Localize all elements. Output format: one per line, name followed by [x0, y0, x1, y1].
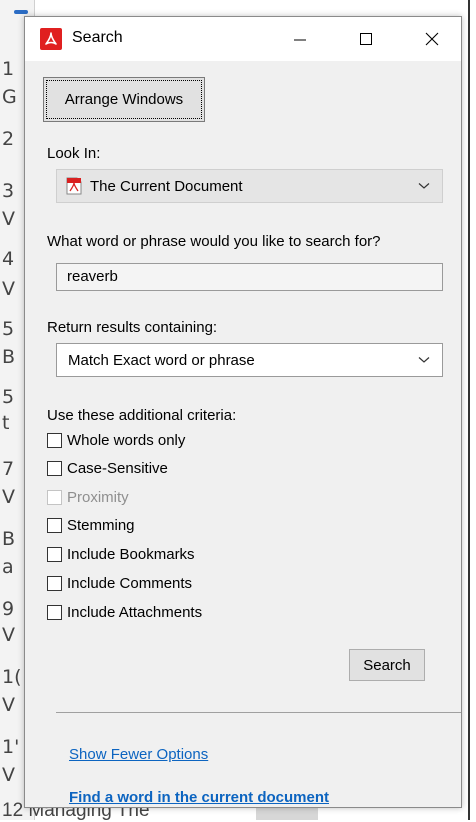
whole-words-checkbox-row[interactable]: Whole words only	[47, 429, 185, 451]
whole-words-checkbox[interactable]	[47, 432, 62, 448]
divider	[56, 712, 461, 713]
checkbox-label: Stemming	[67, 516, 135, 534]
arrange-windows-button[interactable]: Arrange Windows	[43, 77, 205, 122]
stemming-checkbox[interactable]	[47, 517, 62, 533]
acrobat-icon	[40, 28, 62, 50]
bg-text: V	[2, 486, 15, 508]
checkbox-label: Include Attachments	[67, 603, 203, 621]
criteria-label: Use these additional criteria:	[47, 407, 237, 424]
chevron-down-icon	[418, 183, 430, 189]
look-in-value: The Current Document	[90, 178, 243, 195]
proximity-checkbox-row: Proximity	[47, 486, 129, 508]
return-results-value: Match Exact word or phrase	[68, 352, 255, 369]
window-title: Search	[72, 29, 123, 46]
checkbox-label: Proximity	[67, 488, 129, 506]
return-results-label: Return results containing:	[47, 319, 218, 336]
search-input[interactable]	[67, 268, 427, 285]
show-fewer-options-link[interactable]: Show Fewer Options	[69, 746, 208, 763]
bg-text: 1'	[2, 736, 20, 758]
checkbox-label: Include Comments	[67, 574, 193, 592]
bg-text: V	[2, 624, 15, 646]
find-word-link[interactable]: Find a word in the current document	[69, 789, 329, 806]
bg-text: 1	[2, 58, 15, 80]
bg-text: 1(	[2, 666, 22, 688]
minimize-button[interactable]	[277, 17, 323, 61]
bg-text: 5	[2, 386, 15, 408]
bg-accent	[14, 10, 28, 14]
stemming-checkbox-row[interactable]: Stemming	[47, 514, 135, 536]
include-bookmarks-checkbox-row[interactable]: Include Bookmarks	[47, 543, 195, 565]
bg-text: 7	[2, 458, 15, 480]
bg-text: 3	[2, 180, 15, 202]
bg-text: a	[2, 556, 14, 578]
case-sensitive-checkbox[interactable]	[47, 460, 62, 476]
close-button[interactable]	[409, 17, 455, 61]
bg-text: 4	[2, 248, 15, 270]
bg-text: V	[2, 278, 15, 300]
minimize-icon	[294, 39, 306, 41]
checkbox-label: Case-Sensitive	[67, 459, 168, 477]
bg-right-border	[468, 0, 470, 820]
search-window: Search Arrange Windows Look In: The Curr…	[24, 16, 462, 808]
close-icon	[425, 32, 439, 46]
bg-text: 5	[2, 318, 15, 340]
search-button[interactable]: Search	[349, 649, 425, 681]
title-bar[interactable]: Search	[25, 17, 461, 61]
chevron-down-icon	[418, 357, 430, 363]
case-sensitive-checkbox-row[interactable]: Case-Sensitive	[47, 457, 168, 479]
proximity-checkbox	[47, 489, 62, 505]
bg-text: B	[2, 346, 16, 368]
include-bookmarks-checkbox[interactable]	[47, 546, 62, 562]
maximize-icon	[360, 33, 372, 45]
checkbox-label: Whole words only	[67, 431, 186, 449]
bg-text: 9	[2, 598, 15, 620]
bg-text: V	[2, 208, 15, 230]
include-comments-checkbox-row[interactable]: Include Comments	[47, 572, 192, 594]
return-results-dropdown[interactable]: Match Exact word or phrase	[56, 343, 443, 377]
search-phrase-field[interactable]	[56, 263, 443, 291]
include-comments-checkbox[interactable]	[47, 575, 62, 591]
pdf-document-icon	[66, 177, 82, 195]
look-in-dropdown[interactable]: The Current Document	[56, 169, 443, 203]
bg-text: t	[2, 412, 10, 434]
bg-text: G	[2, 86, 17, 108]
bg-text: B	[2, 528, 16, 550]
include-attachments-checkbox-row[interactable]: Include Attachments	[47, 601, 202, 623]
bg-text: V	[2, 694, 15, 716]
checkbox-label: Include Bookmarks	[67, 545, 195, 563]
search-phrase-label: What word or phrase would you like to se…	[47, 233, 381, 250]
bg-text: V	[2, 764, 15, 786]
maximize-button[interactable]	[343, 17, 389, 61]
look-in-label: Look In:	[47, 145, 101, 162]
bg-text: 2	[2, 128, 15, 150]
include-attachments-checkbox[interactable]	[47, 604, 62, 620]
